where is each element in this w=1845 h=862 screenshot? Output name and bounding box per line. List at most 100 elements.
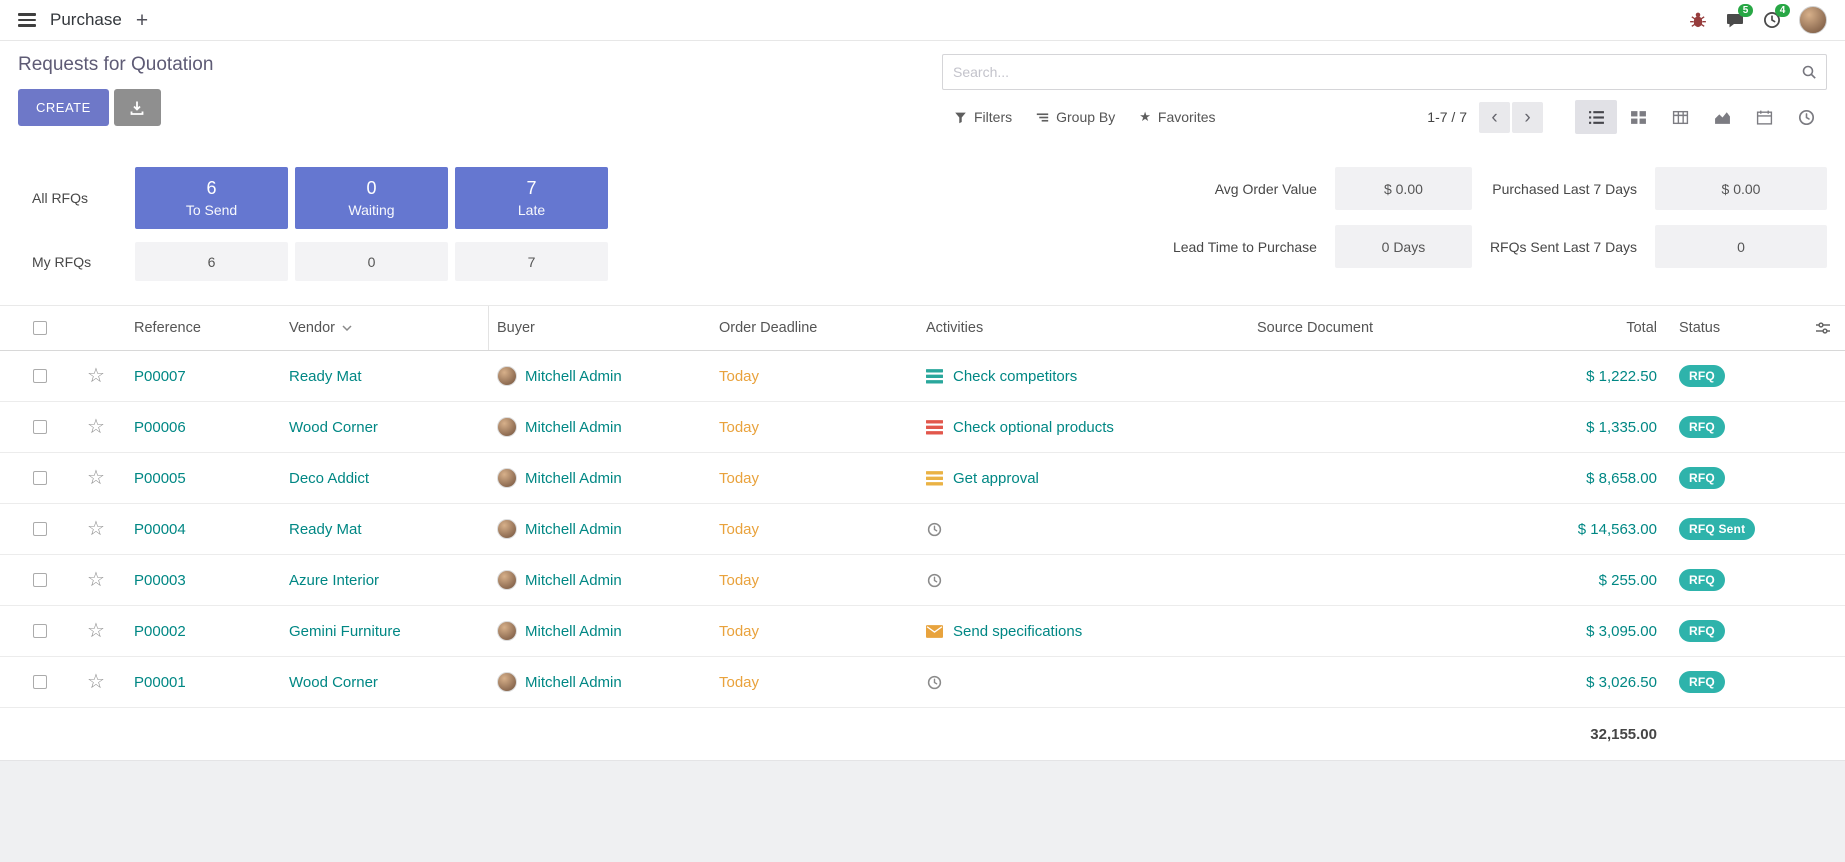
favorite-star-icon[interactable]: ☆ — [87, 417, 105, 437]
activity-type-icon[interactable] — [926, 674, 944, 690]
table-row[interactable]: ☆ P00007 Ready Mat Mitchell Admin Today … — [0, 351, 1845, 402]
reference-link[interactable]: P00007 — [134, 368, 186, 385]
row-checkbox[interactable] — [33, 675, 47, 689]
favorites-label: Favorites — [1158, 109, 1216, 125]
kpi-waiting-button[interactable]: 0 Waiting — [295, 167, 448, 229]
activity-type-icon[interactable] — [926, 521, 944, 537]
total-amount: $ 1,335.00 — [1496, 419, 1671, 436]
column-header-total[interactable]: Total — [1496, 320, 1671, 336]
table-row[interactable]: ☆ P00005 Deco Addict Mitchell Admin Toda… — [0, 453, 1845, 504]
table-row[interactable]: ☆ P00006 Wood Corner Mitchell Admin Toda… — [0, 402, 1845, 453]
column-header-order-deadline[interactable]: Order Deadline — [711, 320, 918, 336]
messages-count-badge: 5 — [1738, 4, 1753, 17]
vendor-link[interactable]: Ready Mat — [289, 521, 362, 538]
view-switch-graph[interactable] — [1701, 100, 1743, 134]
table-row[interactable]: ☆ P00001 Wood Corner Mitchell Admin Toda… — [0, 657, 1845, 708]
column-options-icon[interactable] — [1815, 320, 1831, 336]
favorites-button[interactable]: ★ Favorites — [1127, 103, 1227, 131]
view-switch-activity[interactable] — [1785, 100, 1827, 134]
group-by-button[interactable]: Group By — [1024, 103, 1127, 131]
buyer-link[interactable]: Mitchell Admin — [525, 674, 622, 691]
group-by-label: Group By — [1056, 109, 1115, 125]
activity-type-icon[interactable] — [926, 368, 944, 384]
search-input[interactable] — [942, 54, 1827, 90]
reference-link[interactable]: P00005 — [134, 470, 186, 487]
buyer-avatar — [497, 417, 517, 437]
favorite-star-icon[interactable]: ☆ — [87, 366, 105, 386]
app-name[interactable]: Purchase — [50, 10, 122, 30]
reference-link[interactable]: P00006 — [134, 419, 186, 436]
reference-link[interactable]: P00004 — [134, 521, 186, 538]
pager-previous-button[interactable]: ‹ — [1479, 102, 1510, 133]
status-badge: RFQ — [1679, 416, 1725, 438]
column-header-source-document[interactable]: Source Document — [1249, 320, 1496, 336]
vendor-link[interactable]: Gemini Furniture — [289, 623, 401, 640]
reference-link[interactable]: P00002 — [134, 623, 186, 640]
activity-label[interactable]: Check optional products — [953, 419, 1114, 436]
table-row[interactable]: ☆ P00002 Gemini Furniture Mitchell Admin… — [0, 606, 1845, 657]
filters-button[interactable]: Filters — [942, 103, 1024, 131]
pager-next-button[interactable]: › — [1512, 102, 1543, 133]
create-button[interactable]: CREATE — [18, 89, 109, 126]
kpi-to-send-button[interactable]: 6 To Send — [135, 167, 288, 229]
row-checkbox[interactable] — [33, 369, 47, 383]
view-switch-pivot[interactable] — [1659, 100, 1701, 134]
view-switch-list[interactable] — [1575, 100, 1617, 134]
select-all-checkbox[interactable] — [33, 321, 47, 335]
column-header-status[interactable]: Status — [1671, 320, 1801, 336]
favorite-star-icon[interactable]: ☆ — [87, 468, 105, 488]
activity-label[interactable]: Send specifications — [953, 623, 1082, 640]
plus-icon[interactable]: + — [136, 10, 148, 31]
column-header-reference[interactable]: Reference — [126, 320, 281, 336]
activity-type-icon[interactable] — [926, 470, 944, 486]
table-row[interactable]: ☆ P00004 Ready Mat Mitchell Admin Today … — [0, 504, 1845, 555]
activity-label[interactable]: Check competitors — [953, 368, 1077, 385]
buyer-link[interactable]: Mitchell Admin — [525, 368, 622, 385]
row-checkbox[interactable] — [33, 573, 47, 587]
buyer-link[interactable]: Mitchell Admin — [525, 623, 622, 640]
buyer-link[interactable]: Mitchell Admin — [525, 521, 622, 538]
export-button[interactable] — [114, 89, 161, 126]
column-header-buyer[interactable]: Buyer — [489, 320, 711, 336]
vendor-link[interactable]: Azure Interior — [289, 572, 379, 589]
vendor-link[interactable]: Wood Corner — [289, 674, 378, 691]
activity-type-icon[interactable] — [926, 623, 944, 639]
buyer-link[interactable]: Mitchell Admin — [525, 572, 622, 589]
row-checkbox[interactable] — [33, 420, 47, 434]
vendor-link[interactable]: Wood Corner — [289, 419, 378, 436]
vendor-link[interactable]: Ready Mat — [289, 368, 362, 385]
favorite-star-icon[interactable]: ☆ — [87, 519, 105, 539]
vendor-link[interactable]: Deco Addict — [289, 470, 369, 487]
my-to-send-count[interactable]: 6 — [135, 242, 288, 281]
hamburger-menu-icon[interactable] — [18, 13, 36, 27]
to-send-count: 6 — [206, 178, 216, 199]
kpi-late-button[interactable]: 7 Late — [455, 167, 608, 229]
reference-link[interactable]: P00001 — [134, 674, 186, 691]
search-icon[interactable] — [1801, 64, 1817, 80]
view-switch-calendar[interactable] — [1743, 100, 1785, 134]
activities-clock-icon[interactable]: 4 — [1762, 11, 1781, 30]
row-checkbox[interactable] — [33, 471, 47, 485]
reference-link[interactable]: P00003 — [134, 572, 186, 589]
activity-label[interactable]: Get approval — [953, 470, 1039, 487]
my-late-count[interactable]: 7 — [455, 242, 608, 281]
buyer-link[interactable]: Mitchell Admin — [525, 470, 622, 487]
column-header-vendor[interactable]: Vendor — [281, 306, 489, 350]
user-avatar[interactable] — [1799, 6, 1827, 34]
my-waiting-count[interactable]: 0 — [295, 242, 448, 281]
activity-type-icon[interactable] — [926, 419, 944, 435]
activity-type-icon[interactable] — [926, 572, 944, 588]
favorite-star-icon[interactable]: ☆ — [87, 621, 105, 641]
view-switch-kanban[interactable] — [1617, 100, 1659, 134]
buyer-link[interactable]: Mitchell Admin — [525, 419, 622, 436]
column-header-activities[interactable]: Activities — [918, 320, 1249, 336]
favorite-star-icon[interactable]: ☆ — [87, 570, 105, 590]
messages-icon[interactable]: 5 — [1725, 11, 1744, 30]
bug-icon[interactable] — [1688, 11, 1707, 30]
table-row[interactable]: ☆ P00003 Azure Interior Mitchell Admin T… — [0, 555, 1845, 606]
row-checkbox[interactable] — [33, 522, 47, 536]
row-checkbox[interactable] — [33, 624, 47, 638]
favorite-star-icon[interactable]: ☆ — [87, 672, 105, 692]
to-send-label: To Send — [186, 202, 237, 218]
avg-order-value-label: Avg Order Value — [1173, 181, 1317, 197]
